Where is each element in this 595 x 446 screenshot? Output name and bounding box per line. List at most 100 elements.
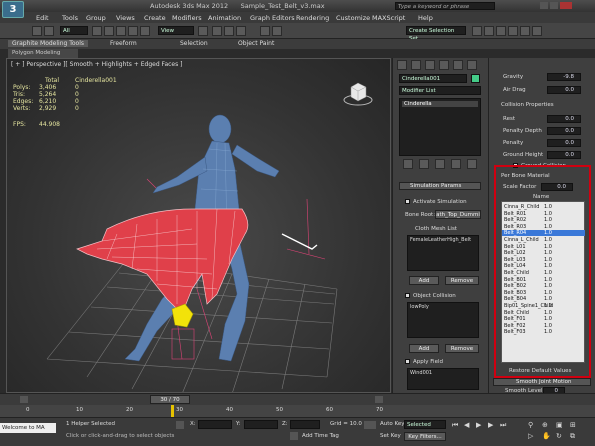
object-color-swatch[interactable] [471, 74, 480, 83]
scale-icon[interactable] [140, 26, 150, 36]
rollout-smooth-joint-motion[interactable]: Smooth Joint Motion [493, 378, 591, 386]
wind-helper[interactable] [281, 233, 318, 250]
move-icon[interactable] [116, 26, 126, 36]
show-end-result-icon[interactable] [419, 159, 429, 169]
penalty-depth-spinner[interactable]: 0.0 [547, 127, 581, 135]
percent-snap-icon[interactable] [236, 26, 246, 36]
maxscript-listener[interactable]: Welcome to MA [0, 423, 56, 433]
collision-object-list[interactable]: lowPoly [407, 302, 479, 338]
cloth-mesh-item[interactable]: FemaleLeatherHigh_Belt [408, 236, 478, 244]
undo-icon[interactable] [32, 26, 42, 36]
field-of-view-icon[interactable]: ▷ [528, 432, 533, 440]
perspective-viewport[interactable]: [ + ] Perspective ][ Smooth + Highlights… [6, 58, 391, 393]
maximize-viewport-icon[interactable]: ⧉ [570, 432, 575, 441]
remove-modifier-icon[interactable] [451, 159, 461, 169]
cloth-remove-button[interactable]: Remove [445, 276, 479, 285]
pan-icon[interactable]: ✋ [542, 432, 551, 440]
time-tag-icon[interactable] [290, 432, 298, 440]
gravity-spinner[interactable]: -9.8 [547, 73, 581, 81]
angle-snap-icon[interactable] [224, 26, 234, 36]
collision-object-item[interactable]: lowPoly [408, 303, 478, 311]
menu-views[interactable]: Views [116, 14, 135, 22]
bone-root-button[interactable]: ath_Top_Dummi [435, 210, 481, 219]
zoom-all-icon[interactable]: ⊕ [542, 421, 548, 429]
render-setup-icon[interactable] [508, 26, 518, 36]
rollout-simulation-params[interactable]: Simulation Params [399, 182, 481, 190]
ground-height-spinner[interactable]: 0.0 [547, 151, 581, 159]
menu-group[interactable]: Group [86, 14, 106, 22]
modifier-stack[interactable]: Cinderella [399, 98, 481, 156]
tab-polygon-modeling[interactable]: Polygon Modeling [8, 49, 78, 58]
scene-render[interactable] [7, 59, 391, 393]
y-coord-field[interactable] [244, 420, 278, 429]
3dsmax-logo-icon[interactable]: 3 [2, 1, 24, 18]
hierarchy-tab-icon[interactable] [425, 60, 435, 70]
menu-rendering[interactable]: Rendering [296, 14, 329, 22]
menu-help[interactable]: Help [418, 14, 433, 22]
schematic-view-icon[interactable] [484, 26, 494, 36]
select-object-icon[interactable] [92, 26, 102, 36]
align-icon[interactable] [272, 26, 282, 36]
key-filters-button[interactable]: Key Filters... [404, 432, 446, 441]
go-to-end-icon[interactable]: ⏭ [500, 421, 506, 430]
object-collision-checkbox[interactable] [405, 293, 410, 298]
utilities-tab-icon[interactable] [467, 60, 477, 70]
air-drag-spinner[interactable]: 0.0 [547, 86, 581, 94]
create-tab-icon[interactable] [397, 60, 407, 70]
menu-animation[interactable]: Animation [208, 14, 241, 22]
menu-create[interactable]: Create [144, 14, 166, 22]
redo-icon[interactable] [44, 26, 54, 36]
time-next-icon[interactable] [375, 396, 383, 403]
modifier-list-dropdown[interactable]: Modifier List [399, 86, 481, 95]
zoom-extents-all-icon[interactable]: ⊞ [570, 421, 576, 429]
time-slider-thumb[interactable]: 30 / 70 [150, 395, 190, 404]
named-selection-input[interactable]: Create Selection Set [406, 26, 466, 42]
configure-sets-icon[interactable] [467, 159, 477, 169]
lock-selection-icon[interactable] [176, 421, 184, 429]
display-tab-icon[interactable] [453, 60, 463, 70]
minimize-button[interactable] [540, 2, 548, 9]
menu-edit[interactable]: Edit [36, 14, 49, 22]
next-frame-icon[interactable]: ▶ [488, 421, 493, 429]
mirror-icon[interactable] [260, 26, 270, 36]
field-item[interactable]: Wind001 [408, 369, 478, 377]
activate-simulation-checkbox[interactable] [405, 199, 410, 204]
selection-filter-dropdown[interactable]: All [60, 26, 88, 35]
add-time-tag-button[interactable]: Add Time Tag [302, 433, 339, 439]
field-list[interactable]: Wind001 [407, 368, 479, 390]
modifier-stack-item[interactable]: Cinderella [402, 101, 478, 107]
auto-key-button[interactable]: Auto Key [380, 421, 405, 427]
close-button[interactable] [560, 2, 572, 9]
search-input[interactable]: Type a keyword or phrase [395, 2, 495, 10]
track-bar[interactable]: 0 10 20 30 40 50 60 70 [0, 405, 595, 417]
snap-icon[interactable] [212, 26, 222, 36]
play-icon[interactable]: ▶ [476, 421, 481, 429]
zoom-extents-icon[interactable]: ▣ [556, 421, 563, 429]
menu-customize[interactable]: Customize [336, 14, 370, 22]
reference-coord-dropdown[interactable]: View [158, 26, 194, 35]
key-icon[interactable] [364, 421, 376, 429]
menu-tools[interactable]: Tools [62, 14, 78, 22]
penalty-spinner[interactable]: 0.0 [547, 139, 581, 147]
prev-frame-icon[interactable]: ◀ [464, 421, 469, 429]
material-editor-icon[interactable] [496, 26, 506, 36]
pin-stack-icon[interactable] [403, 159, 413, 169]
viewport-label[interactable]: [ + ] Perspective ][ Smooth + Highlights… [11, 61, 182, 68]
select-by-name-icon[interactable] [104, 26, 114, 36]
rotate-icon[interactable] [128, 26, 138, 36]
collision-add-button[interactable]: Add [409, 344, 439, 353]
menu-graph-editors[interactable]: Graph Editors [250, 14, 295, 22]
collision-remove-button[interactable]: Remove [445, 344, 479, 353]
modify-tab-icon[interactable] [411, 60, 421, 70]
tab-selection[interactable]: Selection [180, 40, 208, 47]
rest-spinner[interactable]: 0.0 [547, 115, 581, 123]
motion-tab-icon[interactable] [439, 60, 449, 70]
pivot-icon[interactable] [198, 26, 208, 36]
z-coord-field[interactable] [290, 420, 320, 429]
viewcube-icon[interactable] [343, 81, 373, 107]
curve-editor-icon[interactable] [472, 26, 482, 36]
tab-freeform[interactable]: Freeform [110, 40, 137, 47]
time-slider[interactable]: 30 / 70 [0, 393, 595, 405]
apply-field-checkbox[interactable] [405, 359, 410, 364]
auto-key-selection-dropdown[interactable]: Selected [404, 420, 446, 429]
